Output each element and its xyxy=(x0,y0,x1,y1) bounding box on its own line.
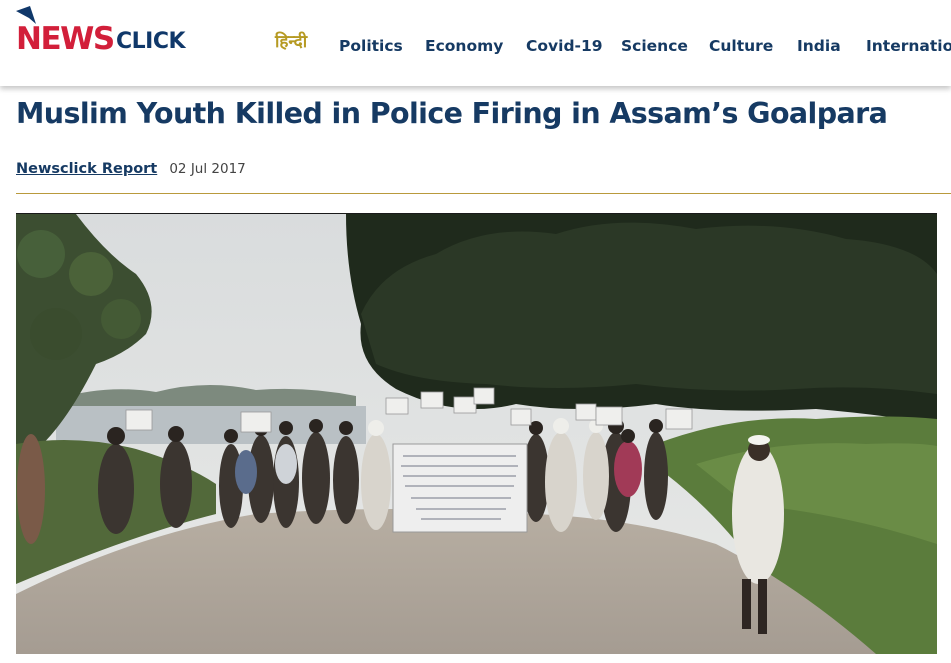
publish-date: 02 Jul 2017 xyxy=(169,161,246,177)
nav-item-india[interactable]: India xyxy=(797,37,841,55)
divider xyxy=(16,193,951,194)
logo-news-text: NEWS xyxy=(16,21,115,57)
nav-item-culture[interactable]: Culture xyxy=(709,37,773,55)
nav-item-science[interactable]: Science xyxy=(621,37,688,55)
article-lead-image xyxy=(16,213,937,654)
nav-item-international[interactable]: International xyxy=(866,37,951,55)
nav-item-economy[interactable]: Economy xyxy=(425,37,503,55)
nav-item-hindi[interactable]: हिन्दी xyxy=(275,33,307,51)
logo-click-text: CLICK xyxy=(116,29,186,54)
site-header: NEWS CLICK हिन्दी Politics Economy Covid… xyxy=(0,0,951,86)
nav-item-politics[interactable]: Politics xyxy=(339,37,403,55)
protest-photo xyxy=(16,214,937,654)
byline: Newsclick Report 02 Jul 2017 xyxy=(16,158,246,178)
author-link[interactable]: Newsclick Report xyxy=(16,161,157,177)
article-title: Muslim Youth Killed in Police Firing in … xyxy=(16,97,888,130)
newsclick-logo[interactable]: NEWS CLICK xyxy=(16,6,206,64)
nav-item-covid-19[interactable]: Covid-19 xyxy=(526,37,603,55)
